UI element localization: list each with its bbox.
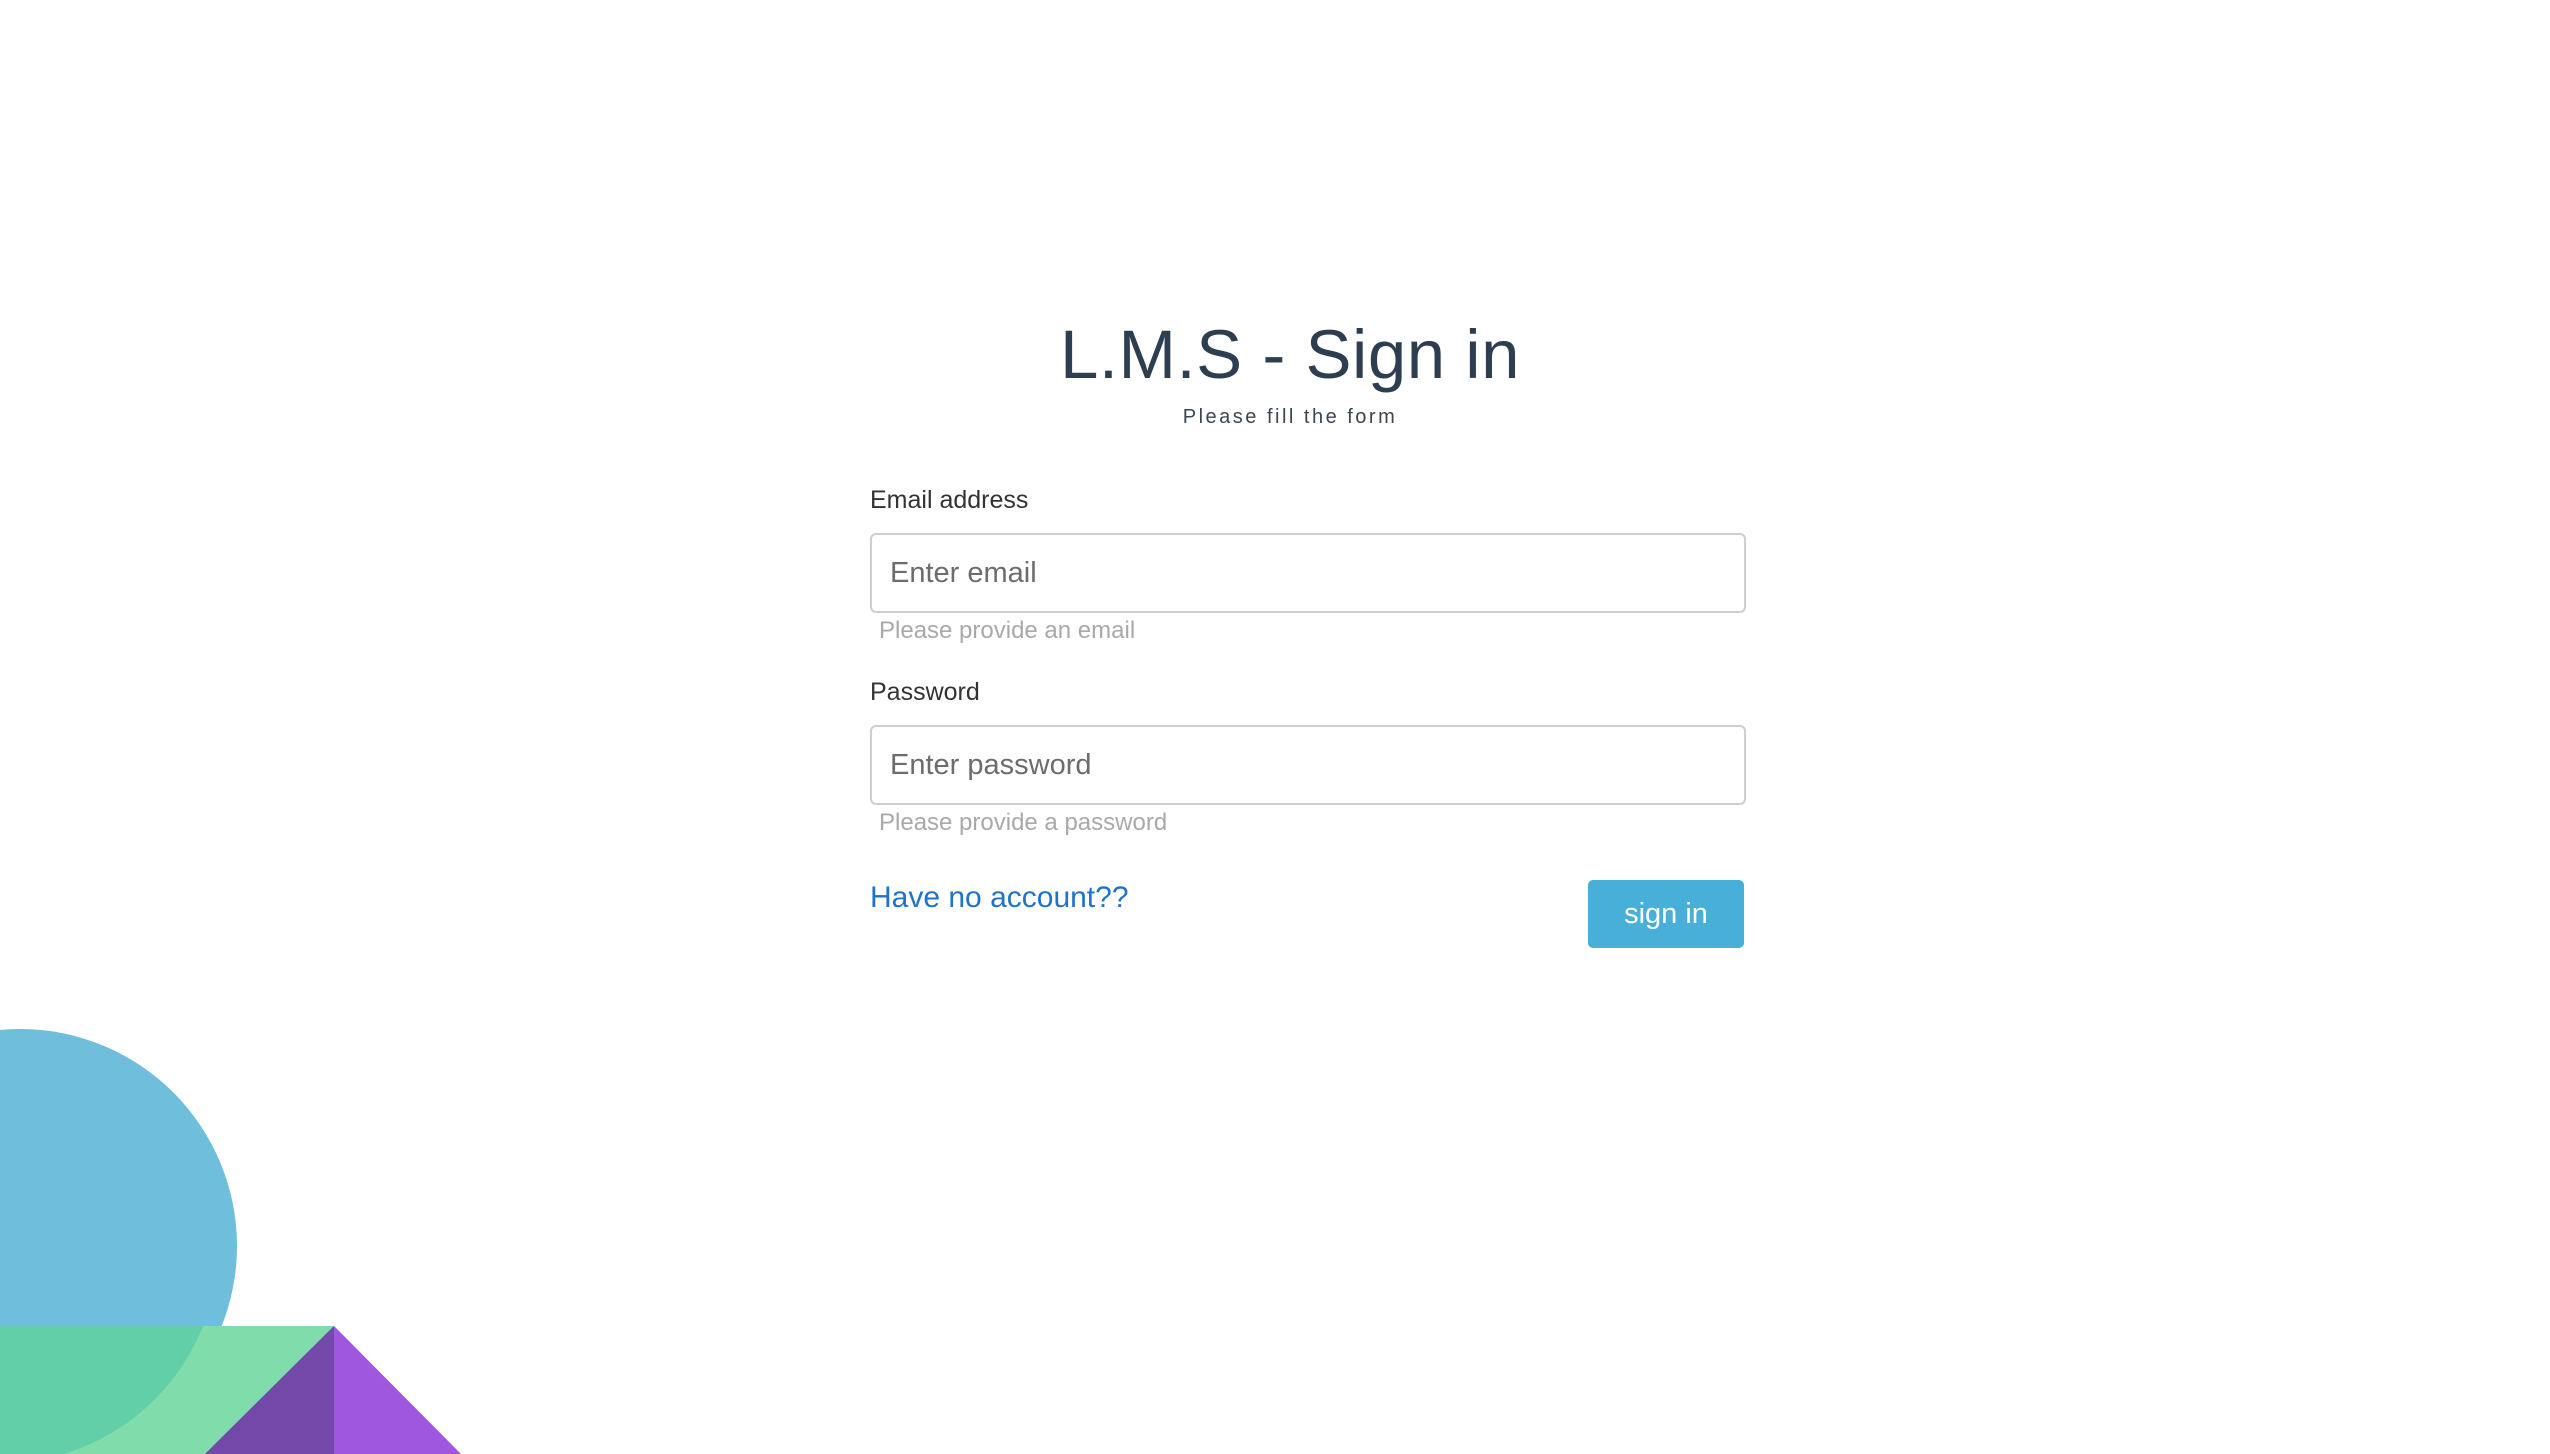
page-title: L.M.S - Sign in [1059,316,1520,393]
decorative-purple-triangle [205,1326,461,1454]
sign-in-button[interactable]: sign in [1588,880,1744,948]
email-help-text: Please provide an email [879,617,1136,644]
decorative-green-band [0,1326,334,1454]
password-help-text: Please provide a password [879,809,1168,836]
password-label: Password [870,678,980,706]
signup-link[interactable]: Have no account?? [870,881,1129,915]
password-field[interactable] [870,725,1746,805]
page-subtitle: Please fill the form [1182,406,1398,428]
email-field[interactable] [870,533,1746,613]
decorative-purple-shade [205,1326,334,1454]
email-label: Email address [870,486,1029,514]
decorative-circle [0,1029,237,1454]
decorative-green-overlap [0,1326,203,1454]
